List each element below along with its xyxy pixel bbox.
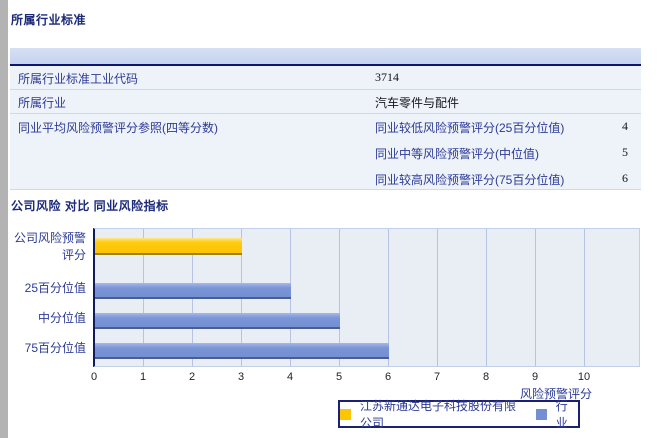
category-label: 中分位值: [37, 311, 86, 325]
group-subrow: 同业较低风险预警评分(25百分位值) 4: [375, 119, 628, 141]
table-header-band: [10, 48, 641, 66]
chart-plot: [93, 228, 640, 367]
category-label: 25百分位值: [24, 281, 86, 295]
subrow-value: 5: [622, 145, 628, 159]
bar-company: [95, 238, 242, 255]
gridline: [535, 229, 536, 366]
report-page: 所属行业标准 所属行业标准工业代码 3714 所属行业 汽车零件与配件 同业平均…: [0, 0, 661, 438]
subrow-value: 6: [622, 171, 628, 185]
table-row: 所属行业 汽车零件与配件: [10, 90, 641, 114]
section-title-industry-standard: 所属行业标准: [11, 13, 87, 27]
legend-swatch-industry: [535, 408, 547, 420]
x-tick-label: 9: [531, 371, 539, 383]
industry-standard-table: 所属行业标准工业代码 3714 所属行业 汽车零件与配件 同业平均风险预警评分参…: [10, 48, 641, 190]
chart-x-ticks: 0 1 2 3 4 5 6 7 8 9 10: [90, 371, 653, 385]
group-subrow: 同业较高风险预警评分(75百分位值) 6: [375, 171, 628, 193]
bar-industry: [95, 283, 291, 299]
x-tick-label: 2: [188, 371, 196, 383]
category-label: 公司风险预警 评分: [13, 231, 86, 262]
x-tick-label: 3: [237, 371, 245, 383]
group-row-label: 同业平均风险预警评分参照(四等分数): [18, 121, 218, 135]
group-subrow: 同业中等风险预警评分(中位值) 5: [375, 145, 628, 167]
bar-industry: [95, 313, 340, 329]
row-value: 3714: [375, 70, 399, 84]
legend-swatch-company: [340, 408, 351, 420]
legend-label-industry: 行业: [555, 399, 568, 430]
x-tick-label: 4: [286, 371, 294, 383]
x-tick-label: 10: [577, 371, 591, 383]
risk-bar-chart: 公司风险预警 评分 25百分位值 中分位值 75百分位值 0 1 2 3 4 5 6 7 8 9 10 风…: [0, 220, 661, 438]
row-label: 所属行业标准工业代码: [18, 72, 139, 86]
subrow-label: 同业较高风险预警评分(75百分位值): [375, 173, 565, 187]
row-value: 汽车零件与配件: [375, 96, 460, 110]
subrow-label: 同业中等风险预警评分(中位值): [375, 147, 539, 161]
category-label: 75百分位值: [24, 341, 86, 355]
x-tick-label: 5: [335, 371, 343, 383]
table-row: 所属行业标准工业代码 3714: [10, 66, 641, 90]
table-group-row: 同业平均风险预警评分参照(四等分数) 同业较低风险预警评分(25百分位值) 4 …: [10, 114, 641, 190]
x-tick-label: 7: [433, 371, 441, 383]
x-tick-label: 0: [90, 371, 98, 383]
gridline: [584, 229, 585, 366]
bar-industry: [95, 343, 389, 359]
gridline: [486, 229, 487, 366]
gridline: [437, 229, 438, 366]
section-title-risk-comparison: 公司风险 对比 同业风险指标: [11, 199, 169, 213]
row-label: 所属行业: [18, 96, 67, 110]
subrow-label: 同业较低风险预警评分(25百分位值): [375, 121, 565, 135]
x-tick-label: 8: [482, 371, 490, 383]
x-tick-label: 1: [139, 371, 147, 383]
subrow-value: 4: [622, 119, 628, 133]
legend-label-company: 江苏新通达电子科技股份有限公司: [360, 399, 517, 430]
x-tick-label: 6: [384, 371, 392, 383]
chart-legend: 江苏新通达电子科技股份有限公司 行业: [338, 399, 580, 430]
